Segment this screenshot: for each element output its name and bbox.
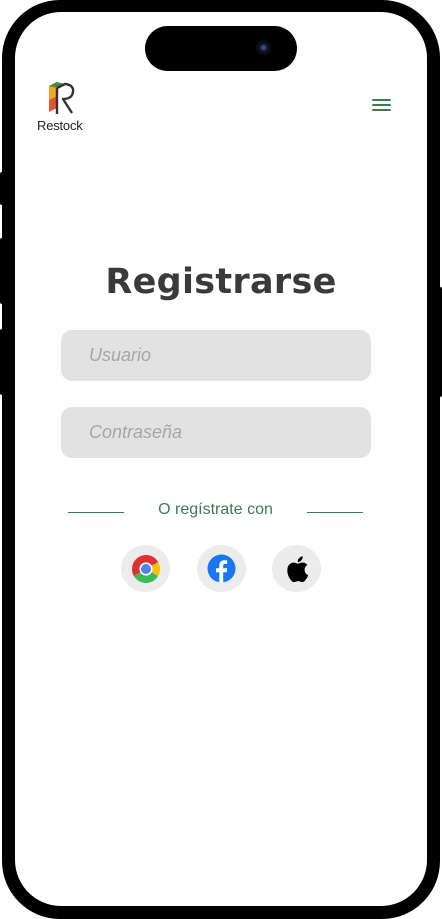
- apple-login-button[interactable]: [272, 545, 321, 592]
- brand-name: Restock: [37, 118, 83, 133]
- chrome-login-button[interactable]: [121, 545, 170, 592]
- page-title: Registrarse: [105, 262, 337, 302]
- hamburger-menu-button[interactable]: [370, 96, 394, 114]
- password-input[interactable]: [61, 407, 371, 458]
- side-button: [436, 287, 442, 397]
- restock-logo-icon: [49, 82, 75, 114]
- social-divider-text: O regístrate con: [158, 501, 273, 518]
- hamburger-icon: [372, 104, 391, 106]
- divider-left: [68, 512, 124, 513]
- dynamic-island: [145, 26, 297, 71]
- apple-icon: [286, 555, 308, 582]
- divider-right: [307, 512, 363, 513]
- facebook-icon: [207, 554, 236, 583]
- username-input[interactable]: [61, 330, 371, 381]
- hamburger-icon: [372, 99, 391, 101]
- side-button: [0, 172, 6, 205]
- camera-icon: [256, 40, 271, 55]
- side-button: [0, 329, 6, 395]
- chrome-icon: [131, 554, 160, 583]
- brand-logo[interactable]: Restock: [37, 80, 89, 134]
- facebook-login-button[interactable]: [197, 545, 246, 592]
- screen: [15, 12, 427, 906]
- hamburger-icon: [372, 109, 391, 111]
